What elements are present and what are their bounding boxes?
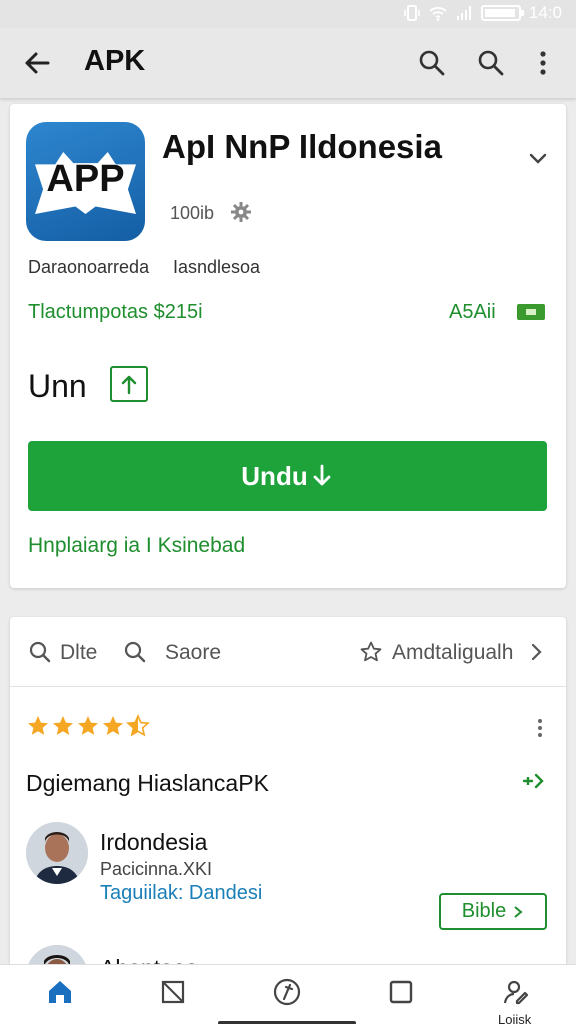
arrow-forward-icon[interactable] <box>520 769 550 793</box>
developer-label: Daraonoarreda <box>28 257 150 277</box>
app-icon: APP <box>26 122 145 241</box>
install-label: Unn <box>28 368 87 404</box>
badge-icon <box>517 304 545 320</box>
vibrate-icon <box>404 5 420 21</box>
star-filled-icon <box>53 716 73 735</box>
tab-label-2[interactable]: Saore <box>165 641 221 665</box>
review-action-button[interactable]: Bible <box>439 893 547 930</box>
app-icon-text: APP <box>46 158 125 200</box>
star-filled-icon <box>103 716 123 735</box>
chevron-right-icon <box>514 905 523 918</box>
nav-item-4[interactable] <box>381 977 421 1017</box>
download-button[interactable]: Undu <box>28 441 547 511</box>
search-icon[interactable] <box>123 640 147 664</box>
page-title: APK <box>84 45 146 77</box>
more-vert-icon[interactable] <box>528 48 558 78</box>
search-icon[interactable] <box>417 48 447 78</box>
signal-icon <box>456 6 471 20</box>
more-vert-icon[interactable] <box>532 717 548 739</box>
person-edit-icon <box>503 980 529 1005</box>
nav-home[interactable] <box>40 977 80 1017</box>
review-action-label: Bible <box>461 900 507 922</box>
section-title: Dgiemang HiaslancaPK <box>26 770 269 796</box>
chevron-right-icon[interactable] <box>526 641 546 663</box>
age-info: A5Aii <box>449 301 496 323</box>
download-button-label: Undu <box>241 460 308 491</box>
person-photo <box>26 822 88 884</box>
back-arrow-icon[interactable] <box>22 48 52 78</box>
star-half-icon <box>126 714 150 737</box>
tab-label-1[interactable]: Dlte <box>60 641 97 665</box>
status-icons: 14:0 <box>403 3 562 23</box>
reviewer-link[interactable]: Taguiilak: Dandesi <box>100 882 262 905</box>
home-icon <box>49 981 71 1003</box>
reviewer-subtitle: Pacicinna.XKI <box>100 859 213 879</box>
chevron-down-icon[interactable] <box>526 146 550 170</box>
status-bar: 14:0 <box>0 0 576 28</box>
rating-stars <box>26 714 150 738</box>
tab-label-3[interactable]: Amdtaligualh <box>392 641 513 665</box>
category-label: Iasndlesoa <box>173 257 261 277</box>
star-filled-icon <box>78 716 98 735</box>
reviews-card: Dlte Saore Amdtaligualh Dgiemang Hiaslan… <box>10 617 566 1007</box>
search-icon[interactable] <box>28 640 52 664</box>
arrow-down-icon <box>313 464 331 486</box>
bottom-nav: Lojisk <box>0 964 576 1024</box>
nav-label: Lojisk <box>498 1012 532 1024</box>
nav-item-3[interactable] <box>267 977 307 1017</box>
price-info: Tlactumpotas $215i <box>28 301 203 323</box>
review-tabs: Dlte Saore Amdtaligualh <box>10 617 566 687</box>
reviewer-name: Irdondesia <box>100 829 208 855</box>
app-size: 100ib <box>170 203 215 223</box>
battery-icon <box>480 5 524 21</box>
avatar <box>26 822 88 884</box>
app-bar: APK <box>0 28 576 98</box>
square-icon <box>389 980 413 1004</box>
search-icon-2[interactable] <box>476 48 506 78</box>
wifi-icon <box>429 7 447 21</box>
app-detail-card: APP ApI NnP Ildonesia 100ib Daraonoarred… <box>10 104 566 588</box>
app-title: ApI NnP Ildonesia <box>162 128 442 165</box>
upload-button[interactable] <box>110 366 148 402</box>
nav-item-2[interactable] <box>153 977 193 1017</box>
status-time: 14:0 <box>528 3 562 22</box>
more-info-link[interactable]: Hnplaiarg ia I Ksinebad <box>28 534 245 558</box>
crop-icon <box>161 980 185 1004</box>
gear-icon <box>231 202 251 222</box>
arrow-up-icon <box>121 375 137 395</box>
nav-item-5[interactable] <box>496 977 536 1017</box>
star-outline-icon[interactable] <box>359 640 383 664</box>
star-filled-icon <box>28 716 48 735</box>
compass-icon <box>273 978 301 1006</box>
